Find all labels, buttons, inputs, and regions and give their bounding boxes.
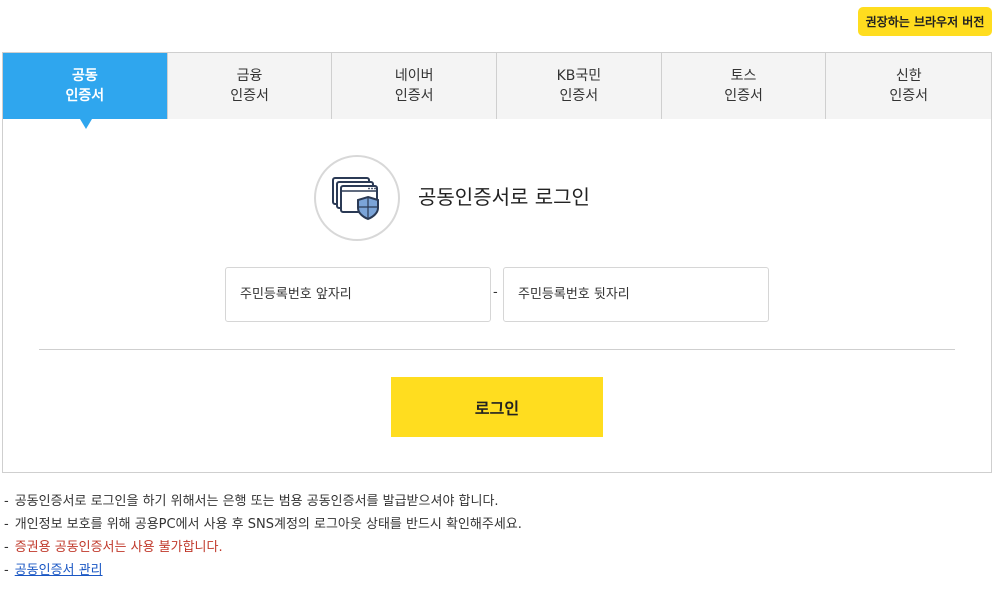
tab-joint-certificate[interactable]: 공동 인증서 [3, 53, 168, 129]
login-panel: 공동 인증서 금융 인증서 네이버 인증서 KB국민 인증서 토스 인증서 신한… [2, 52, 992, 473]
notice-text: 개인정보 보호를 위해 공용PC에서 사용 후 SNS계정의 로그아웃 상태를 … [14, 517, 522, 532]
notice-item: - 공동인증서로 로그인을 하기 위해서는 은행 또는 범용 공동인증서를 발급받… [4, 490, 522, 513]
divider [39, 349, 955, 350]
tab-toss-certificate[interactable]: 토스 인증서 [661, 53, 827, 119]
recommended-browser-button[interactable]: 권장하는 브라우저 버전 [858, 7, 992, 36]
notice-list: - 공동인증서로 로그인을 하기 위해서는 은행 또는 범용 공동인증서를 발급받… [4, 490, 522, 582]
notice-dash: - [4, 540, 9, 555]
notice-warning-text: 증권용 공동인증서는 사용 불가합니다. [14, 540, 223, 555]
tab-kb-certificate[interactable]: KB국민 인증서 [497, 53, 662, 119]
notice-dash: - [4, 494, 9, 509]
notice-text: 공동인증서로 로그인을 하기 위해서는 은행 또는 범용 공동인증서를 발급받으… [14, 494, 499, 509]
manage-certificate-link[interactable]: 공동인증서 관리 [15, 563, 103, 578]
tab-label-line2: 인증서 [889, 88, 929, 104]
notice-dash: - [4, 517, 9, 532]
login-button[interactable]: 로그인 [391, 377, 603, 437]
notice-item: - 증권용 공동인증서는 사용 불가합니다. [4, 536, 522, 559]
tab-label-line2: 인증서 [724, 88, 763, 104]
tab-label-line1: 신한 [895, 68, 922, 84]
rrn-back-input[interactable] [503, 267, 769, 322]
cert-tabs: 공동 인증서 금융 인증서 네이버 인증서 KB국민 인증서 토스 인증서 신한… [3, 53, 992, 129]
tab-label-line1: 금융 [236, 68, 263, 84]
rrn-separator: - [493, 285, 498, 300]
tab-label-line2: 인증서 [394, 88, 434, 104]
tab-label-line2: 인증서 [559, 88, 599, 104]
tab-label-line1: 토스 [730, 68, 757, 84]
tab-label-line2: 인증서 [65, 88, 105, 104]
certificate-shield-icon [332, 177, 379, 221]
tab-financial-certificate[interactable]: 금융 인증서 [167, 53, 333, 119]
login-title: 공동인증서로 로그인 [418, 185, 590, 209]
notice-dash: - [4, 563, 9, 578]
notice-item: - 공동인증서 관리 [4, 559, 522, 582]
tab-label-line2: 인증서 [230, 88, 269, 104]
rrn-front-input[interactable] [225, 267, 491, 322]
notice-item: - 개인정보 보호를 위해 공용PC에서 사용 후 SNS계정의 로그아웃 상태를… [4, 513, 522, 536]
tab-label-line1: 공동 [71, 68, 98, 84]
certificate-icon-badge [314, 155, 400, 241]
tab-naver-certificate[interactable]: 네이버 인증서 [332, 53, 498, 119]
tab-label-line1: 네이버 [394, 68, 434, 84]
tab-label-line1: KB국민 [556, 68, 602, 84]
tab-shinhan-certificate[interactable]: 신한 인증서 [826, 53, 992, 119]
